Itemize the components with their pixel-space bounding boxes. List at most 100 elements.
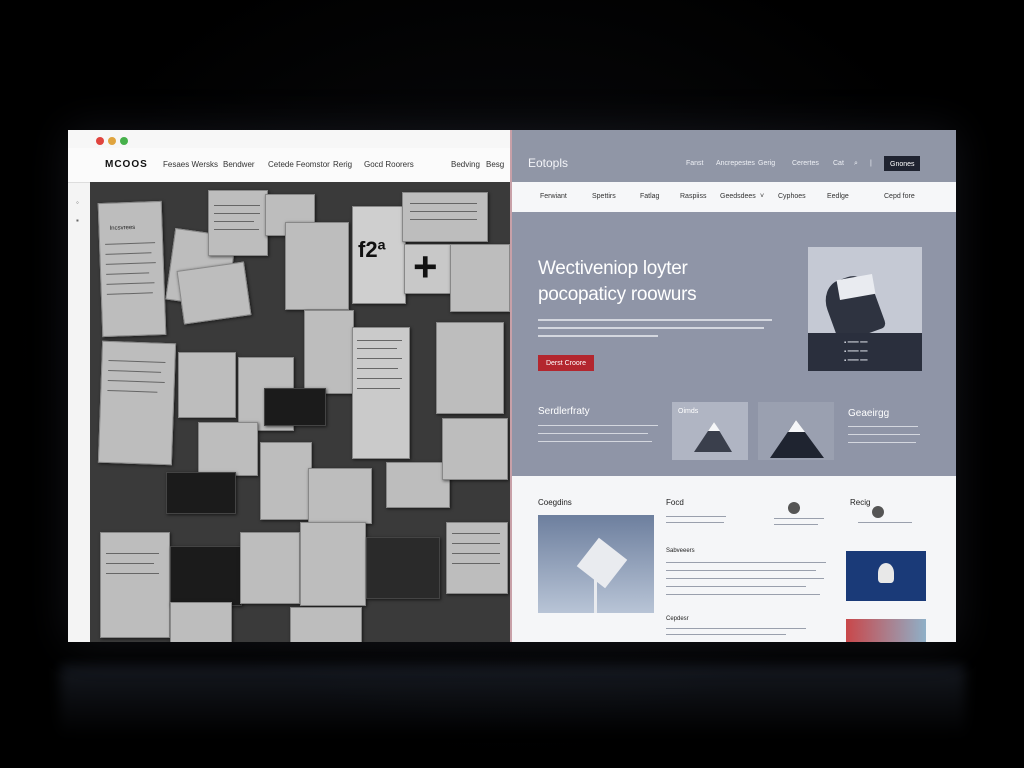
left-navbar: MCOOS Fesaes Wersks Bendwer Cetede Feoms… (68, 148, 510, 183)
hero-body-line (538, 327, 764, 329)
paper-note (308, 468, 372, 524)
hero-cta-button[interactable]: Derst Croore (538, 355, 594, 371)
nav-link-1[interactable]: Fesaes Wersks (163, 160, 218, 169)
paper-note (100, 532, 170, 638)
paper-note (198, 422, 258, 476)
window-chrome (68, 130, 510, 148)
paper-note: Incsvrees (97, 200, 167, 338)
maximize-window-button[interactable] (120, 137, 128, 145)
sub-title-1: Sabveeers (666, 548, 695, 554)
hero-card-footer: ▪ ━━━ ━━ ▪ ━━━ ━━ ▪ ━━━ ━━ (808, 333, 922, 371)
search-icon[interactable]: ⌕ (854, 160, 858, 168)
avatar[interactable] (788, 502, 800, 514)
nav-link-6[interactable]: Cyphoes (778, 193, 806, 200)
left-browser-window: MCOOS Fesaes Wersks Bendwer Cetede Feoms… (68, 130, 510, 642)
paper-note (442, 418, 508, 480)
news-thumbnail[interactable] (846, 551, 926, 601)
chevron-down-icon[interactable]: ˅ (760, 193, 764, 200)
news-thumbnail[interactable] (846, 619, 926, 642)
minimize-window-button[interactable] (108, 137, 116, 145)
right-top-bar: Eotopls Fanst Ancrepestes Gerig Cerertes… (512, 130, 956, 182)
nav-link-5[interactable]: Gocd Roorers (364, 160, 414, 169)
paper-note (386, 462, 450, 508)
hero-headline-2: pocopaticy roowurs (538, 284, 697, 305)
sculpture-shape (576, 537, 628, 589)
paper-note: + (404, 243, 452, 294)
nav-link-5[interactable]: Geedsdees (720, 193, 756, 200)
nav-link-7[interactable]: Besg (486, 160, 504, 169)
section-body-line (538, 433, 648, 434)
sculpture-pole (594, 573, 597, 613)
footer-text-line: ▪ ━━━ ━━ (844, 340, 868, 346)
mountain-icon (770, 420, 824, 458)
paper-note (285, 222, 349, 310)
hero-body-line (538, 319, 772, 321)
paper-note (240, 532, 300, 604)
paper-note (304, 310, 354, 394)
section-body-line (848, 434, 920, 435)
sub-title-2: Cepdesr (666, 616, 689, 622)
right-browser-window: Eotopls Fanst Ancrepestes Gerig Cerertes… (512, 130, 956, 642)
top-link-4[interactable]: Cerertes (792, 160, 819, 167)
nav-link-7[interactable]: Eedlge (827, 193, 849, 200)
paper-note (446, 522, 508, 594)
hero-headline-1: Wectiveniop loyter (538, 258, 688, 279)
nav-link-1[interactable]: Ferwiant (540, 193, 567, 200)
column-title-1: Coegdins (538, 498, 572, 507)
section-left-title: Serdlerfraty (538, 406, 590, 417)
close-window-button[interactable] (96, 137, 104, 145)
nav-link-3[interactable]: Fatlag (640, 193, 659, 200)
monitor-screen: MCOOS Fesaes Wersks Bendwer Cetede Feoms… (68, 130, 956, 642)
right-nav: Ferwiant Spettirs Fatlag Raspiiss Geedsd… (512, 182, 956, 213)
nav-link-4[interactable]: Rerig (333, 160, 352, 169)
hero-body-line (538, 335, 658, 337)
nav-link-8[interactable]: Cepd fore (884, 193, 915, 200)
nav-link-3[interactable]: Cetede Feomstor (268, 160, 330, 169)
paper-note: f2ª (352, 206, 406, 304)
mountain-tile-2[interactable] (758, 402, 834, 460)
nav-link-6[interactable]: Bedving (451, 160, 480, 169)
paper-note (402, 192, 488, 242)
top-link-5[interactable]: Cat (833, 160, 844, 167)
section-body-line (538, 425, 658, 426)
mountain-tile-1[interactable]: Oimds (672, 402, 748, 460)
top-cta-button[interactable]: Gnones (884, 156, 920, 171)
paper-note (260, 442, 312, 520)
sculpture-photo[interactable] (538, 515, 654, 613)
paper-note (300, 522, 366, 606)
paper-note (97, 340, 177, 466)
big-number-label: f2ª (358, 237, 386, 262)
section-right-title: Geaeirgg (848, 408, 890, 419)
footer-text-line: ▪ ━━━ ━━ (844, 358, 868, 364)
paper-note (450, 244, 510, 312)
nav-link-4[interactable]: Raspiiss (680, 193, 706, 200)
floor-reflection (60, 665, 965, 745)
paper-note (352, 327, 410, 459)
plus-sign-icon: + (413, 243, 438, 290)
avatar[interactable] (872, 506, 884, 518)
side-dot-icon: ◦ (76, 198, 79, 207)
paper-note (290, 607, 362, 642)
column-title-3: Recig (850, 498, 871, 507)
side-bullet-icon: ▪ (76, 216, 79, 225)
top-link-3[interactable]: Gerig (758, 160, 775, 167)
nav-link-2[interactable]: Spettirs (592, 193, 616, 200)
separator-icon: | (870, 160, 872, 167)
paper-note (436, 322, 504, 414)
dark-sketch-card (366, 537, 440, 599)
nav-link-2[interactable]: Bendwer (223, 160, 255, 169)
figure-image (878, 563, 894, 583)
paper-note (176, 261, 252, 325)
mountain-icon (694, 422, 732, 452)
brand-logo[interactable]: Eotopls (528, 156, 568, 170)
paper-note (170, 602, 232, 642)
column-title-2: Focd (666, 498, 684, 507)
paper-collage: Incsvrees f2ª + (90, 182, 510, 642)
paper-note (178, 352, 236, 418)
top-link-2[interactable]: Ancrepestes (716, 160, 755, 167)
section-body-line (538, 441, 652, 442)
dark-sketch-card (264, 388, 326, 426)
site-logo[interactable]: MCOOS (105, 159, 148, 170)
top-link-1[interactable]: Fanst (686, 160, 704, 167)
hero-image-card[interactable]: ▪ ━━━ ━━ ▪ ━━━ ━━ ▪ ━━━ ━━ (808, 247, 922, 371)
